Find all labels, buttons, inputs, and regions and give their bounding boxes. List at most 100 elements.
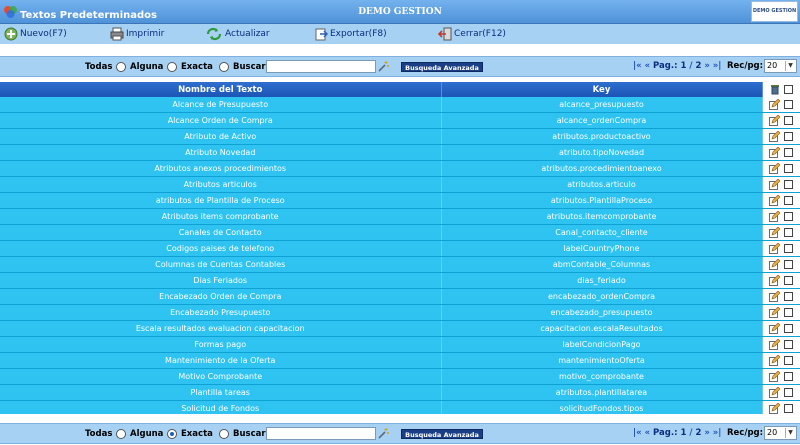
edit-icon[interactable] [769, 323, 781, 335]
table-row[interactable]: Mantenimiento de la Oferta mantenimientoO… [0, 352, 800, 370]
edit-icon[interactable] [769, 243, 781, 255]
next-page-button[interactable]: » [704, 428, 710, 438]
refresh-button[interactable]: Actualizar [205, 26, 270, 42]
print-button[interactable]: Imprimir [110, 26, 164, 42]
cell-name: Canales de Contacto [0, 224, 442, 242]
edit-icon[interactable] [769, 131, 781, 143]
prev-page-button[interactable]: « [645, 61, 651, 71]
edit-icon[interactable] [769, 275, 781, 287]
edit-icon[interactable] [769, 163, 781, 175]
row-checkbox[interactable] [784, 196, 794, 206]
advanced-search-button[interactable]: Busqueda Avanzada [401, 62, 483, 72]
edit-icon[interactable] [769, 355, 781, 367]
table-row[interactable]: Atributos articulos atributos.articulo [0, 176, 800, 194]
search-mode-any-label: Alguna [130, 62, 164, 72]
row-checkbox[interactable] [784, 356, 794, 366]
search-mode-any-radio[interactable] [167, 62, 177, 72]
edit-icon[interactable] [769, 387, 781, 399]
print-label: Imprimir [126, 29, 165, 39]
edit-icon[interactable] [769, 291, 781, 303]
last-page-button[interactable]: »| [713, 428, 722, 438]
row-checkbox[interactable] [784, 324, 794, 334]
table-row[interactable]: Alcance de Presupuesto alcance_presupuest… [0, 97, 800, 114]
table-row[interactable]: Escala resultados evaluacion capacitacio… [0, 320, 800, 338]
cell-actions [762, 224, 800, 242]
edit-icon[interactable] [769, 211, 781, 223]
table-row[interactable]: Encabezado Presupuesto encabezado_presupu… [0, 304, 800, 322]
table-row[interactable]: Plantilla tareas atributos.plantillatarea [0, 384, 800, 402]
table-row[interactable]: Dias Feriados dias_feriado [0, 272, 800, 290]
table-row[interactable]: Encabezado Orden de Compra encabezado_ord… [0, 288, 800, 306]
edit-icon[interactable] [769, 99, 781, 111]
cell-key: Canal_contacto_cliente [441, 224, 763, 242]
new-button[interactable]: Nuevo(F7) [4, 26, 67, 42]
select-all-checkbox[interactable] [783, 85, 793, 94]
records-per-page-select[interactable]: 20 ▼ [764, 426, 797, 440]
search-mode-any-radio[interactable] [167, 429, 177, 439]
edit-icon[interactable] [769, 307, 781, 319]
table-row[interactable]: Formas pago labelCondicionPago [0, 336, 800, 354]
edit-icon[interactable] [769, 179, 781, 191]
column-header-name[interactable]: Nombre del Texto [0, 82, 442, 97]
records-per-page-select[interactable]: 20 ▼ [764, 59, 797, 73]
prev-page-button[interactable]: « [645, 428, 651, 438]
table-row[interactable]: Alcance Orden de Compra alcance_ordenComp… [0, 112, 800, 130]
cell-name: Atributo de Activo [0, 128, 442, 146]
search-input[interactable] [266, 427, 376, 440]
search-mode-exact-radio[interactable] [219, 62, 229, 72]
last-page-button[interactable]: »| [713, 61, 722, 71]
cell-name: Motivo Comprobante [0, 368, 442, 386]
edit-icon[interactable] [769, 115, 781, 127]
cell-name: Atributo Novedad [0, 144, 442, 162]
table-row[interactable]: atributos de Plantilla de Proceso atribut… [0, 192, 800, 210]
table-row[interactable]: Atributos anexos procedimientos atributos… [0, 160, 800, 178]
row-checkbox[interactable] [784, 308, 794, 318]
row-checkbox[interactable] [784, 148, 794, 158]
row-checkbox[interactable] [784, 100, 794, 110]
row-checkbox[interactable] [784, 388, 794, 398]
edit-icon[interactable] [769, 259, 781, 271]
row-checkbox[interactable] [784, 132, 794, 142]
column-header-key[interactable]: Key [441, 82, 763, 97]
row-checkbox[interactable] [784, 404, 794, 414]
row-checkbox[interactable] [784, 116, 794, 126]
close-button[interactable]: Cerrar(F12) [438, 26, 506, 42]
search-mode-all-radio[interactable] [116, 62, 126, 72]
search-input[interactable] [266, 60, 376, 73]
edit-icon[interactable] [769, 339, 781, 351]
edit-icon[interactable] [769, 195, 781, 207]
row-checkbox[interactable] [784, 228, 794, 238]
edit-icon[interactable] [769, 147, 781, 159]
table-row[interactable]: Codigos paises de telefono labelCountryPh… [0, 240, 800, 258]
table-row[interactable]: Atributo de Activo atributos.productoacti… [0, 128, 800, 146]
edit-icon[interactable] [769, 227, 781, 239]
row-checkbox[interactable] [784, 212, 794, 222]
search-mode-exact-radio[interactable] [219, 429, 229, 439]
first-page-button[interactable]: |« [633, 61, 642, 71]
advanced-search-button[interactable]: Busqueda Avanzada [401, 429, 483, 439]
row-checkbox[interactable] [784, 276, 794, 286]
edit-icon[interactable] [769, 371, 781, 383]
cell-name: Plantilla tareas [0, 384, 442, 402]
row-checkbox[interactable] [784, 340, 794, 350]
table-row[interactable]: Atributos items comprobante atributos.ite… [0, 208, 800, 226]
next-page-button[interactable]: » [704, 61, 710, 71]
row-checkbox[interactable] [784, 372, 794, 382]
table-row[interactable]: Atributo Novedad atributo.tipoNovedad [0, 144, 800, 162]
page-label: Pag.: [653, 428, 678, 438]
row-checkbox[interactable] [784, 292, 794, 302]
row-checkbox[interactable] [784, 164, 794, 174]
row-checkbox[interactable] [784, 180, 794, 190]
table-row[interactable]: Canales de Contacto Canal_contacto_client… [0, 224, 800, 242]
table-row[interactable]: Motivo Comprobante motivo_comprobante [0, 368, 800, 386]
search-wand-icon[interactable] [377, 427, 390, 440]
trash-icon[interactable] [770, 84, 780, 95]
search-mode-all-radio[interactable] [116, 429, 126, 439]
first-page-button[interactable]: |« [633, 428, 642, 438]
row-checkbox[interactable] [784, 244, 794, 254]
row-checkbox[interactable] [784, 260, 794, 270]
search-wand-icon[interactable] [377, 60, 390, 73]
export-button[interactable]: Exportar(F8) [314, 26, 387, 42]
edit-icon[interactable] [769, 403, 781, 415]
table-row[interactable]: Columnas de Cuentas Contables abmContable… [0, 256, 800, 274]
